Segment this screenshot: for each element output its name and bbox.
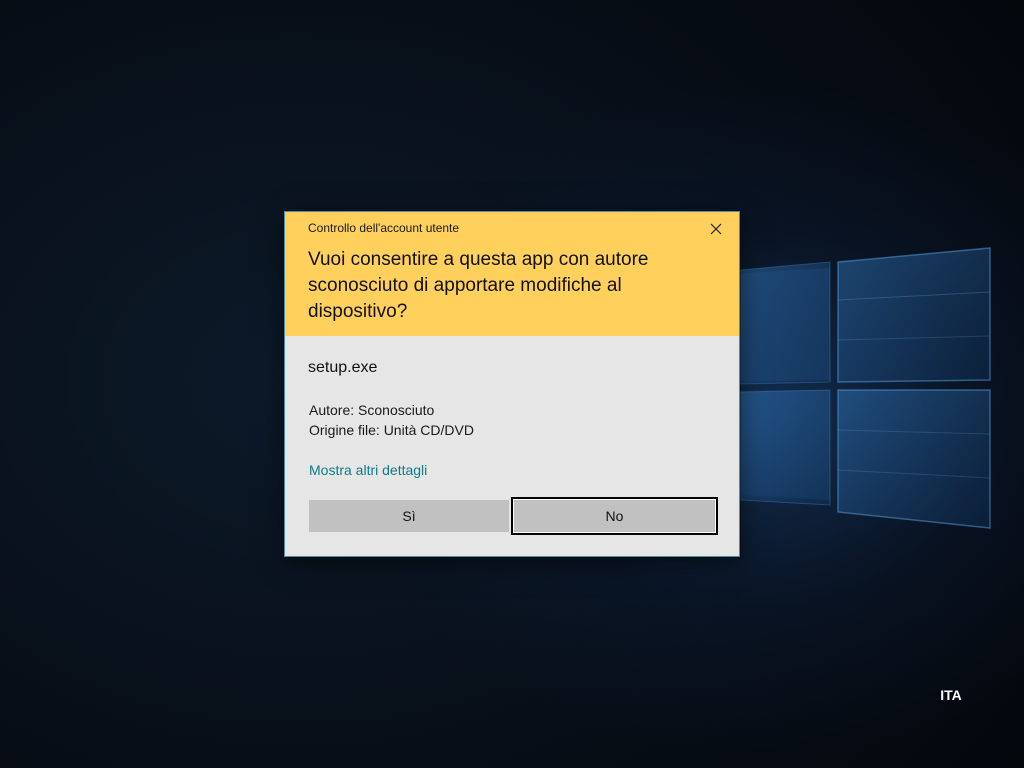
language-indicator[interactable]: ITA [928, 687, 974, 703]
close-button[interactable] [705, 220, 727, 240]
file-origin-info: Origine file: Unità CD/DVD [309, 422, 474, 438]
uac-question: Vuoi consentire a questa app con autore … [308, 249, 649, 322]
publisher-info: Autore: Sconosciuto [309, 402, 435, 418]
yes-button[interactable]: Sì [309, 500, 509, 532]
no-button[interactable]: No [511, 497, 718, 535]
close-icon [710, 223, 722, 235]
uac-header: Controllo dell'account utente Vuoi conse… [285, 212, 739, 336]
dialog-title: Controllo dell'account utente [308, 221, 460, 235]
app-name: setup.exe [308, 359, 378, 376]
uac-dialog: Controllo dell'account utente Vuoi conse… [284, 211, 740, 557]
show-more-details-link[interactable]: Mostra altri dettagli [309, 462, 427, 478]
uac-body: setup.exe Autore: Sconosciuto Origine fi… [285, 336, 739, 556]
